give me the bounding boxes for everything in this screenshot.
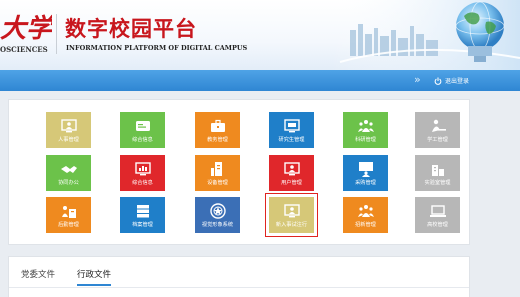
logistics-icon: [61, 206, 76, 218]
app-tile-label: 人事管理: [58, 137, 79, 143]
people-group-icon: [357, 205, 374, 217]
campus-globe-decoration: [330, 0, 520, 70]
app-tile-label: 高校管理: [427, 222, 448, 228]
chart-monitor-icon: [134, 162, 151, 176]
tab-party-committee-documents[interactable]: 党委文件: [21, 264, 55, 286]
app-tile-6[interactable]: 学工管理: [415, 112, 460, 148]
app-tile-4[interactable]: 研究生管理: [269, 112, 314, 148]
tabs-divider: [9, 287, 469, 288]
platform-subtitle: INFORMATION PLATFORM OF DIGITAL CAMPUS: [66, 44, 248, 52]
app-tile-9[interactable]: 设备管理: [195, 155, 240, 191]
building-chart-icon: [431, 165, 444, 176]
app-tile-3[interactable]: 教务管理: [195, 112, 240, 148]
app-grid-panel: 人事管理 综合信息 教务管理 研究生管理 科研管理 学工管理 协同办公 综合信息 设备管理 用户管…: [8, 99, 470, 245]
app-tile-15[interactable]: 视觉形象系统: [195, 197, 240, 233]
chevron-right-icon: »: [414, 73, 421, 86]
app-tile-16[interactable]: 新入事试注行: [265, 193, 318, 237]
tab-administrative-documents[interactable]: 行政文件: [77, 264, 112, 286]
app-tile-label: 综合信息: [132, 137, 153, 143]
laptop-icon: [429, 205, 446, 217]
user-monitor-icon: [283, 162, 300, 176]
people-group-icon: [357, 120, 374, 132]
app-tile-14[interactable]: 档案管理: [120, 197, 165, 233]
app-tile-label: 研究生管理: [278, 137, 305, 143]
monitor-id-icon: [283, 119, 300, 133]
app-tile-label: 采购管理: [355, 180, 376, 186]
university-english-name: OSCIENCES: [0, 45, 48, 54]
app-tile-label: 后勤管理: [58, 222, 79, 228]
app-tile-1[interactable]: 人事管理: [46, 112, 91, 148]
platform-title: 数字校园平台: [65, 17, 197, 41]
document-tabs: 党委文件 行政文件: [8, 256, 470, 297]
app-tile-18[interactable]: 高校管理: [415, 197, 460, 233]
archive-stack-icon: [136, 205, 149, 218]
logout-label: 退出登录: [445, 78, 470, 85]
app-tile-label: 新入事试注行: [275, 222, 308, 228]
id-card-icon: [135, 121, 150, 131]
app-tile-label: 档案管理: [132, 222, 153, 228]
presenter-icon: [358, 162, 373, 177]
app-tile-12[interactable]: 实验室管理: [415, 155, 460, 191]
app-tile-label: 教务管理: [207, 137, 228, 143]
app-tile-17[interactable]: 招新管理: [343, 197, 388, 233]
monitor-person-icon: [60, 119, 77, 133]
person-desk-icon: [431, 119, 446, 132]
app-tile-10[interactable]: 用户管理: [269, 155, 314, 191]
app-tile-5[interactable]: 科研管理: [343, 112, 388, 148]
university-logo-text: 大学: [0, 14, 52, 44]
app-tile-label: 协同办公: [58, 180, 79, 186]
app-tile-11[interactable]: 采购管理: [343, 155, 388, 191]
handshake-icon: [60, 166, 77, 173]
app-tile-2[interactable]: 综合信息: [120, 112, 165, 148]
app-tile-7[interactable]: 协同办公: [46, 155, 91, 191]
app-tile-label: 视觉形象系统: [201, 222, 234, 228]
power-icon: [434, 76, 442, 85]
app-tile-label: 科研管理: [355, 137, 376, 143]
monitor-person-icon: [283, 204, 300, 218]
app-tile-label: 招新管理: [355, 222, 376, 228]
app-tile-label: 综合信息: [132, 180, 153, 186]
app-tile-label: 用户管理: [281, 180, 302, 186]
app-tile-8[interactable]: 综合信息: [120, 155, 165, 191]
briefcase-icon: [210, 119, 225, 132]
app-tile-label: 学工管理: [427, 137, 448, 143]
app-tile-label: 实验室管理: [424, 180, 451, 186]
app-tile-label: 设备管理: [207, 180, 228, 186]
header-divider: [56, 14, 57, 54]
app-tile-13[interactable]: 后勤管理: [46, 197, 91, 233]
header-banner: 大学 OSCIENCES 数字校园平台 INFORMATION PLATFORM…: [0, 0, 520, 70]
device-cabinet-icon: [210, 162, 222, 176]
top-nav-bar: » 退出登录: [0, 70, 520, 91]
emblem-icon: [209, 203, 226, 219]
logout-button[interactable]: 退出登录: [434, 73, 469, 88]
